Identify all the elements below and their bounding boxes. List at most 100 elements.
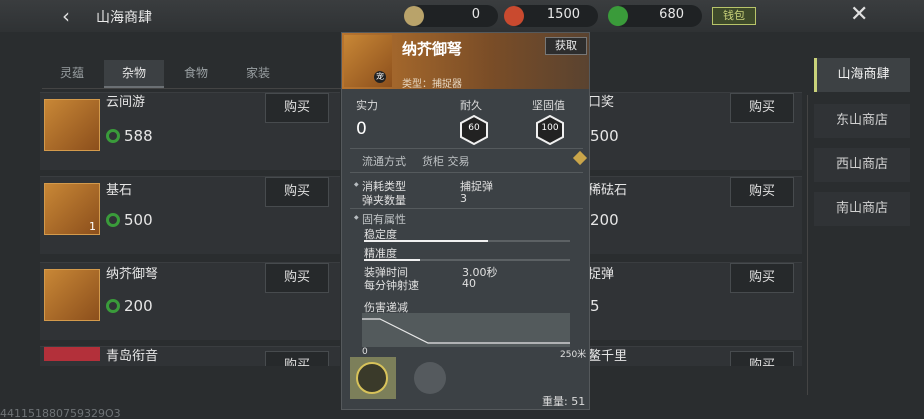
item-name: 捉弹 [588,267,615,282]
item-name: 基石 [106,183,133,198]
item-count: 1 [89,220,96,233]
item-name: 青岛衔音 [106,349,159,364]
solidity-value: 100 [541,123,559,133]
item-thumbnail: 1 [44,183,100,235]
graph-min-label: 0 [362,347,368,357]
list-item[interactable]: 云间游 588 购买 [40,92,340,170]
currency-display-b: 1500 [504,5,598,27]
list-item[interactable]: 稀砝石 200 购买 [580,176,802,254]
clip-value: 3 [460,192,467,205]
accuracy-bar [364,259,570,261]
currency-c-value: 680 [659,7,684,22]
item-name: 云间游 [106,95,146,110]
list-item[interactable]: 捉弹 5 购买 [580,262,802,340]
currency-a-value: 0 [471,7,480,22]
list-item[interactable]: 纳芥御弩 200 购买 [40,262,340,340]
list-item[interactable]: 口奖 500 购买 [580,92,802,170]
list-item[interactable]: 1 基石 500 购买 [40,176,340,254]
currency-b-value: 1500 [546,7,580,22]
stability-bar [364,240,570,242]
coin-b-icon [504,6,524,26]
popup-divider [350,172,583,173]
sidebar-item-nanshan[interactable]: 南山商店 [814,192,910,226]
item-name: 口奖 [588,95,615,110]
item-price: 5 [590,297,600,315]
tool-slot-selected[interactable] [350,357,396,399]
item-name: 鳌千里 [588,349,628,364]
price-coin-icon [106,299,120,313]
top-bar: ‹ 山海商肆 0 1500 680 钱包 ✕ [0,0,924,32]
buy-button[interactable]: 购买 [265,93,329,123]
intrinsic-attributes-label: 固有属性 [354,211,406,227]
sidebar-item-dongshan[interactable]: 东山商店 [814,104,910,138]
buy-button[interactable]: 购买 [730,177,794,207]
buy-button[interactable]: 购买 [730,93,794,123]
circulation-label: 流通方式 [362,155,406,168]
item-price: 500 [590,127,619,145]
stat-label-power: 实力 [356,99,378,112]
pet-badge-icon: 宠 [374,71,386,83]
rpm-label: 每分钟射速 [364,279,419,292]
list-item[interactable]: 鳌千里 购买 [580,346,802,366]
info-diamond-icon[interactable] [572,150,588,166]
buy-button[interactable]: 购买 [730,263,794,293]
tab-shiwu[interactable]: 食物 [166,60,226,88]
item-price: 500 [124,211,153,229]
durability-value: 60 [468,123,480,133]
item-thumbnail [44,347,100,361]
stat-label-durability: 耐久 [460,99,482,112]
item-price: 588 [124,127,153,145]
buy-button[interactable]: 购买 [265,351,329,366]
item-detail-popup: 宠 纳芥御弩 类型：捕捉器 获取 实力 耐久 坚固值 0 60 100 流通方式… [341,32,590,410]
close-icon[interactable]: ✕ [850,2,868,27]
popup-item-name: 纳芥御弩 [402,40,463,58]
popup-item-type: 类型：捕捉器 [402,79,462,90]
sidebar-item-xishan[interactable]: 西山商店 [814,148,910,182]
durability-hex-badge: 60 [459,114,489,146]
stat-power-value: 0 [356,119,367,139]
tab-divider [42,88,342,89]
buy-button[interactable]: 购买 [265,263,329,293]
stat-label-solidity: 坚固值 [532,99,565,112]
popup-divider [350,148,583,149]
item-thumbnail [44,99,100,151]
solidity-hex-badge: 100 [535,114,565,146]
tab-zawu[interactable]: 杂物 [104,60,164,88]
tool-slot[interactable] [408,357,454,399]
page-title: 山海商肆 [96,10,152,26]
stability-bar-fill [364,240,488,242]
player-id: 441151880759329O3 [0,407,121,419]
list-item[interactable]: 青岛衔音 购买 [40,346,340,366]
item-name: 纳芥御弩 [106,267,159,282]
wallet-button[interactable]: 钱包 [712,7,756,25]
obtain-button[interactable]: 获取 [545,37,587,55]
clip-label: 弹夹数量 [362,194,406,207]
buy-button[interactable]: 购买 [265,177,329,207]
category-tabs: 灵蕴 杂物 食物 家装 [42,60,342,88]
tab-linyun[interactable]: 灵蕴 [42,60,102,88]
graph-max-label: 250米 [560,350,587,360]
tool-slot-icon [414,362,446,394]
coin-c-icon [608,6,628,26]
tab-jiazhuang[interactable]: 家装 [228,60,288,88]
back-arrow-icon[interactable]: ‹ [62,4,70,28]
sidebar-item-shanhai[interactable]: 山海商肆 [814,58,910,92]
coin-a-icon [404,6,424,26]
circulation-value: 货柜 交易 [422,155,470,168]
side-divider [807,95,808,395]
accuracy-bar-fill [364,259,420,261]
popup-divider [350,208,583,209]
popup-item-thumbnail: 宠 [344,35,392,87]
rpm-value: 40 [462,277,476,290]
buy-button[interactable]: 购买 [730,351,794,366]
crossbow-tool-icon [356,362,388,394]
popup-header: 宠 纳芥御弩 类型：捕捉器 获取 [342,33,589,90]
currency-display-a: 0 [404,5,498,27]
price-coin-icon [106,129,120,143]
price-coin-icon [106,213,120,227]
item-name: 稀砝石 [588,183,628,198]
item-price: 200 [124,297,153,315]
damage-falloff-graph [362,313,570,347]
item-weight: 重量: 51 [542,395,586,408]
item-price: 200 [590,211,619,229]
